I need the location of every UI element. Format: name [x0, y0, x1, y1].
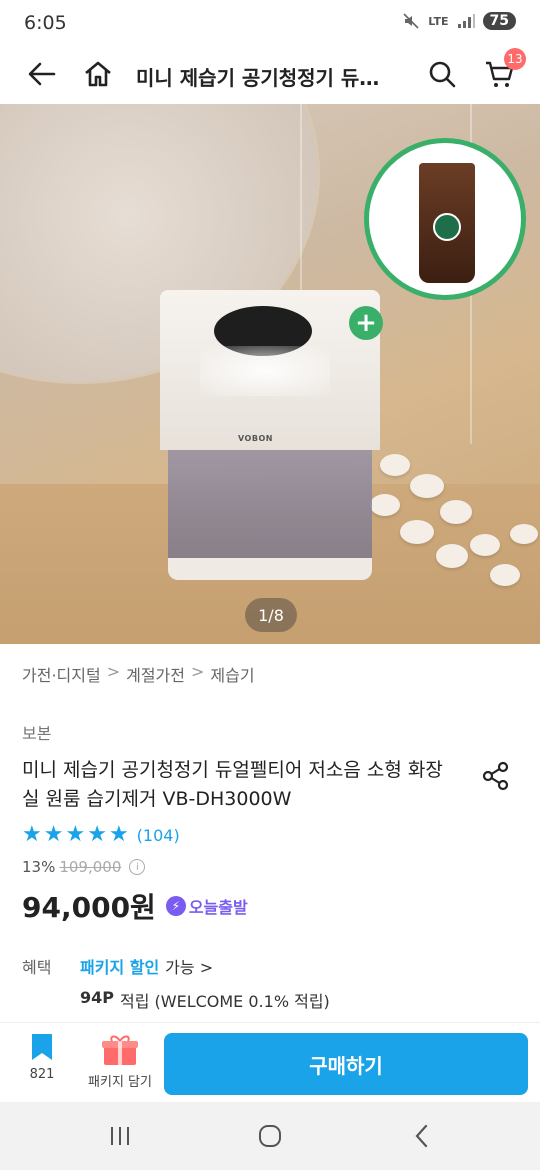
same-day-delivery-badge: ⚡ 오늘출발	[165, 894, 248, 918]
search-icon	[429, 61, 456, 88]
review-count[interactable]: (104)	[137, 826, 180, 845]
home-circle-icon	[259, 1125, 281, 1147]
search-button[interactable]	[418, 50, 466, 98]
cart-count-badge: 13	[504, 48, 526, 70]
recent-apps-icon	[111, 1127, 129, 1145]
bookmark-button[interactable]: 821	[20, 1033, 64, 1095]
back-chevron-icon	[415, 1124, 428, 1148]
delivery-badge-label: 오늘출발	[188, 898, 248, 917]
coffee-cup-icon	[419, 163, 475, 283]
discount-rate: 13%	[22, 858, 56, 876]
status-icons: LTE 75	[402, 12, 516, 30]
back-arrow-icon	[28, 62, 56, 86]
breadcrumb: 가전·디지털 > 계절가전 > 제습기	[22, 662, 255, 686]
recent-apps-button[interactable]	[100, 1118, 140, 1154]
cart-button[interactable]: 13	[476, 48, 526, 98]
points-value: 94P	[80, 988, 114, 1007]
page-title: 미니 제습기 공기청정기 듀…	[136, 66, 380, 90]
home-icon	[85, 61, 111, 87]
sale-price: 94,000원	[22, 891, 156, 924]
star-icon: ★	[65, 822, 86, 847]
mute-icon	[403, 13, 419, 29]
dehumidifier-image: VOBON	[160, 290, 380, 582]
status-time: 6:05	[24, 12, 67, 34]
chevron-right-icon: >	[106, 662, 121, 681]
package-add-label: 패키지 담기	[88, 1075, 152, 1090]
home-button[interactable]	[74, 50, 122, 98]
back-nav-button[interactable]	[402, 1118, 442, 1154]
points-row: 94P 적립 (WELCOME 0.1% 적립)	[80, 988, 330, 1012]
star-icon: ★	[22, 822, 42, 847]
device-brand-text: VOBON	[238, 434, 273, 443]
star-icon: ★	[43, 822, 64, 847]
system-nav-bar	[0, 1102, 540, 1170]
breadcrumb-item[interactable]: 제습기	[210, 662, 254, 686]
back-button[interactable]	[18, 50, 66, 98]
signal-icon	[457, 14, 475, 28]
share-icon	[482, 761, 509, 791]
status-bar: 6:05 LTE 75	[0, 0, 540, 50]
network-label: LTE	[428, 14, 449, 28]
package-discount-suffix: 가능 >	[165, 958, 214, 977]
benefit-label: 혜택	[22, 958, 52, 977]
star-icon: ★	[87, 822, 107, 847]
rating-row[interactable]: ★ ★ ★ ★ ★ (104)	[22, 824, 180, 846]
gift-coffee-promo	[364, 138, 526, 300]
product-image-carousel[interactable]: VOBON + 1/8	[0, 104, 540, 644]
product-title: 미니 제습기 공기청정기 듀얼펠티어 저소음 소형 화장실 원룸 습기제거 VB…	[22, 759, 443, 810]
original-price: 109,000	[59, 858, 122, 876]
bookmark-icon	[32, 1034, 52, 1060]
info-icon[interactable]: i	[129, 859, 146, 875]
points-description: 적립 (WELCOME 0.1% 적립)	[120, 992, 330, 1011]
package-discount-row[interactable]: 패키지 할인 가능 >	[80, 954, 213, 978]
share-button[interactable]	[476, 756, 516, 796]
price-row: 94,000원 ⚡ 오늘출발	[22, 886, 248, 926]
bookmark-count: 821	[29, 1067, 55, 1082]
gift-box-icon	[102, 1035, 138, 1065]
chevron-right-icon: >	[190, 662, 205, 681]
discount-row: 13% 109,000 i	[22, 858, 146, 876]
breadcrumb-item[interactable]: 가전·디지털	[22, 662, 101, 686]
package-discount-link[interactable]: 패키지 할인	[80, 954, 159, 978]
breadcrumb-item[interactable]: 계절가전	[126, 662, 185, 686]
plus-icon: +	[349, 306, 383, 340]
header: 미니 제습기 공기청정기 듀… 13	[0, 48, 540, 104]
carousel-page-indicator: 1/8	[245, 598, 297, 632]
battery-badge: 75	[482, 12, 516, 30]
buy-button[interactable]: 구매하기	[164, 1033, 528, 1095]
package-add-button[interactable]: 패키지 담기	[82, 1033, 158, 1095]
brand-link[interactable]: 보본	[22, 720, 51, 744]
home-nav-button[interactable]	[250, 1118, 290, 1154]
lightning-icon: ⚡	[165, 896, 186, 916]
bottom-action-bar: 821 패키지 담기 구매하기	[0, 1022, 540, 1102]
star-icon: ★	[108, 822, 129, 847]
